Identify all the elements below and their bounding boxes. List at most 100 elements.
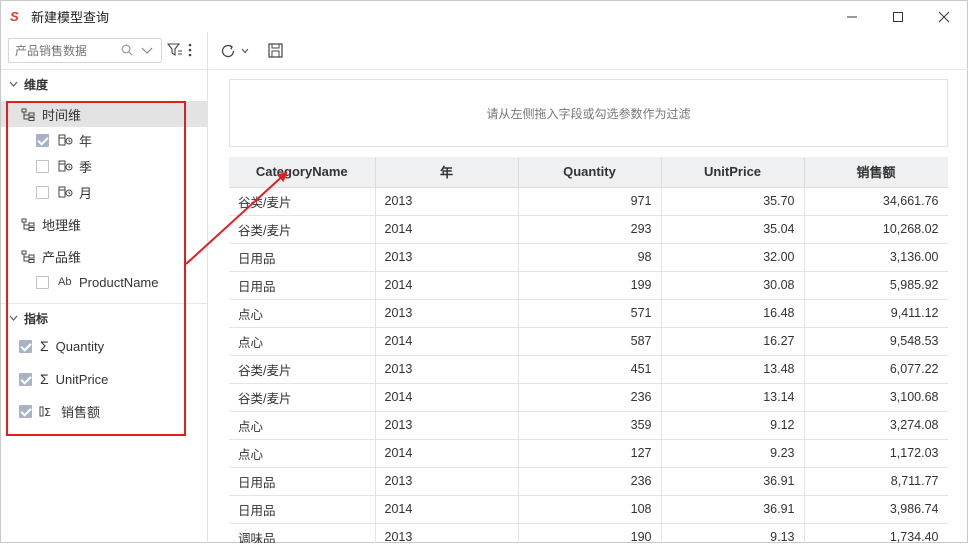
metric-item-sales[interactable]: Σ 销售额 xyxy=(1,398,208,424)
save-icon[interactable] xyxy=(268,43,283,58)
table-row[interactable]: 日用品 2014 108 36.91 3,986.74 xyxy=(229,495,948,524)
table-cell: 日用品 xyxy=(229,495,376,524)
table-cell: 日用品 xyxy=(229,243,376,272)
table-cell: 9,411.12 xyxy=(804,299,948,328)
checkbox-quarter[interactable] xyxy=(36,159,49,173)
column-header[interactable]: 年 xyxy=(375,157,519,188)
hierarchy-icon xyxy=(21,108,35,121)
sidebar-divider xyxy=(1,303,208,304)
table-cell: 127 xyxy=(518,439,662,468)
datasource-search[interactable] xyxy=(8,38,162,63)
table-cell: 34,661.76 xyxy=(804,187,948,216)
table-row[interactable]: 谷类/麦片 2013 971 35.70 34,661.76 xyxy=(229,187,948,216)
table-cell: 10,268.02 xyxy=(804,215,948,244)
table-row[interactable]: 谷类/麦片 2013 451 13.48 6,077.22 xyxy=(229,355,948,384)
metric-label: UnitPrice xyxy=(55,371,109,387)
table-cell: 32.00 xyxy=(661,243,805,272)
table-cell: 谷类/麦片 xyxy=(229,187,376,216)
table-cell: 36.91 xyxy=(661,467,805,496)
table-cell: 9.13 xyxy=(661,523,805,543)
table-row[interactable]: 日用品 2014 199 30.08 5,985.92 xyxy=(229,271,948,300)
tree-item-product-dimension[interactable]: 产品维 xyxy=(1,243,208,269)
metrics-header[interactable]: 指标 xyxy=(1,307,208,329)
result-grid: CategoryName 年 Quantity UnitPrice 销售额 谷类… xyxy=(229,157,948,543)
table-row[interactable]: 日用品 2013 98 32.00 3,136.00 xyxy=(229,243,948,272)
table-cell: 190 xyxy=(518,523,662,543)
window-controls xyxy=(829,1,967,32)
table-cell: 日用品 xyxy=(229,467,376,496)
table-row[interactable]: 谷类/麦片 2014 236 13.14 3,100.68 xyxy=(229,383,948,412)
checkbox-sales[interactable] xyxy=(19,404,32,418)
table-cell: 108 xyxy=(518,495,662,524)
table-cell: 16.48 xyxy=(661,299,805,328)
tree-item-time-dimension[interactable]: 时间维 xyxy=(1,101,208,127)
column-header[interactable]: 销售额 xyxy=(804,157,948,188)
tree-item-label: 月 xyxy=(79,185,93,201)
date-field-icon xyxy=(58,186,73,198)
checkbox-productname[interactable] xyxy=(36,275,49,289)
table-cell: 9,548.53 xyxy=(804,327,948,356)
tree-item-productname[interactable]: Ab ProductName xyxy=(1,269,208,295)
table-row[interactable]: 调味品 2013 190 9.13 1,734.40 xyxy=(229,523,948,543)
filter-icon[interactable] xyxy=(167,43,183,57)
table-row[interactable]: 日用品 2013 236 36.91 8,711.77 xyxy=(229,467,948,496)
checkbox-quantity[interactable] xyxy=(19,339,32,353)
svg-text:Σ: Σ xyxy=(44,406,51,418)
table-cell: 571 xyxy=(518,299,662,328)
table-cell: 1,172.03 xyxy=(804,439,948,468)
table-cell: 2014 xyxy=(375,327,519,356)
table-row[interactable]: 点心 2013 571 16.48 9,411.12 xyxy=(229,299,948,328)
column-header[interactable]: CategoryName xyxy=(229,157,376,188)
table-cell: 谷类/麦片 xyxy=(229,215,376,244)
table-cell: 谷类/麦片 xyxy=(229,355,376,384)
tree-item-label: 年 xyxy=(79,133,93,149)
title-bar: S 新建模型查询 xyxy=(1,1,967,32)
tree-item-label: 季 xyxy=(79,159,93,175)
checkbox-unitprice[interactable] xyxy=(19,372,32,386)
column-header[interactable]: Quantity xyxy=(518,157,662,188)
chevron-down-icon[interactable] xyxy=(241,48,249,54)
tree-item-geo-dimension[interactable]: 地理维 xyxy=(1,211,208,237)
dimensions-header-label: 维度 xyxy=(24,77,49,92)
query-toolbar xyxy=(209,32,968,70)
table-row[interactable]: 谷类/麦片 2014 293 35.04 10,268.02 xyxy=(229,215,948,244)
table-row[interactable]: 点心 2014 587 16.27 9,548.53 xyxy=(229,327,948,356)
table-cell: 98 xyxy=(518,243,662,272)
close-button[interactable] xyxy=(921,1,967,32)
dimensions-header[interactable]: 维度 xyxy=(1,73,208,95)
filter-hint: 请从左侧拖入字段或勾选参数作为过滤 xyxy=(486,106,691,121)
column-header[interactable]: UnitPrice xyxy=(661,157,805,188)
maximize-button[interactable] xyxy=(875,1,921,32)
filter-drop-zone[interactable]: 请从左侧拖入字段或勾选参数作为过滤 xyxy=(229,79,948,147)
table-cell: 日用品 xyxy=(229,271,376,300)
minimize-button[interactable] xyxy=(829,1,875,32)
table-cell: 9.12 xyxy=(661,411,805,440)
metric-label: 销售额 xyxy=(61,404,101,420)
text-field-icon: Ab xyxy=(58,276,72,288)
tree-item-month[interactable]: 月 xyxy=(1,179,208,205)
table-header-row: CategoryName 年 Quantity UnitPrice 销售额 xyxy=(229,157,948,188)
search-input[interactable] xyxy=(15,42,115,60)
sum-icon: Σ xyxy=(40,371,49,387)
tree-item-label: ProductName xyxy=(79,274,159,290)
table-cell: 3,274.08 xyxy=(804,411,948,440)
metric-item-quantity[interactable]: Σ Quantity xyxy=(1,333,208,359)
checkbox-year[interactable] xyxy=(36,133,49,147)
table-row[interactable]: 点心 2014 127 9.23 1,172.03 xyxy=(229,439,948,468)
table-cell: 236 xyxy=(518,467,662,496)
tree-item-year[interactable]: 年 xyxy=(1,127,208,153)
table-cell: 2014 xyxy=(375,271,519,300)
table-row[interactable]: 点心 2013 359 9.12 3,274.08 xyxy=(229,411,948,440)
table-cell: 30.08 xyxy=(661,271,805,300)
table-cell: 点心 xyxy=(229,299,376,328)
table-cell: 点心 xyxy=(229,327,376,356)
more-vertical-icon[interactable] xyxy=(187,42,193,58)
checkbox-month[interactable] xyxy=(36,185,49,199)
table-cell: 971 xyxy=(518,187,662,216)
table-cell: 3,986.74 xyxy=(804,495,948,524)
refresh-icon[interactable] xyxy=(220,43,236,59)
metric-item-unitprice[interactable]: Σ UnitPrice xyxy=(1,366,208,392)
chevron-down-icon[interactable] xyxy=(141,46,153,56)
table-cell: 2013 xyxy=(375,523,519,543)
tree-item-quarter[interactable]: 季 xyxy=(1,153,208,179)
